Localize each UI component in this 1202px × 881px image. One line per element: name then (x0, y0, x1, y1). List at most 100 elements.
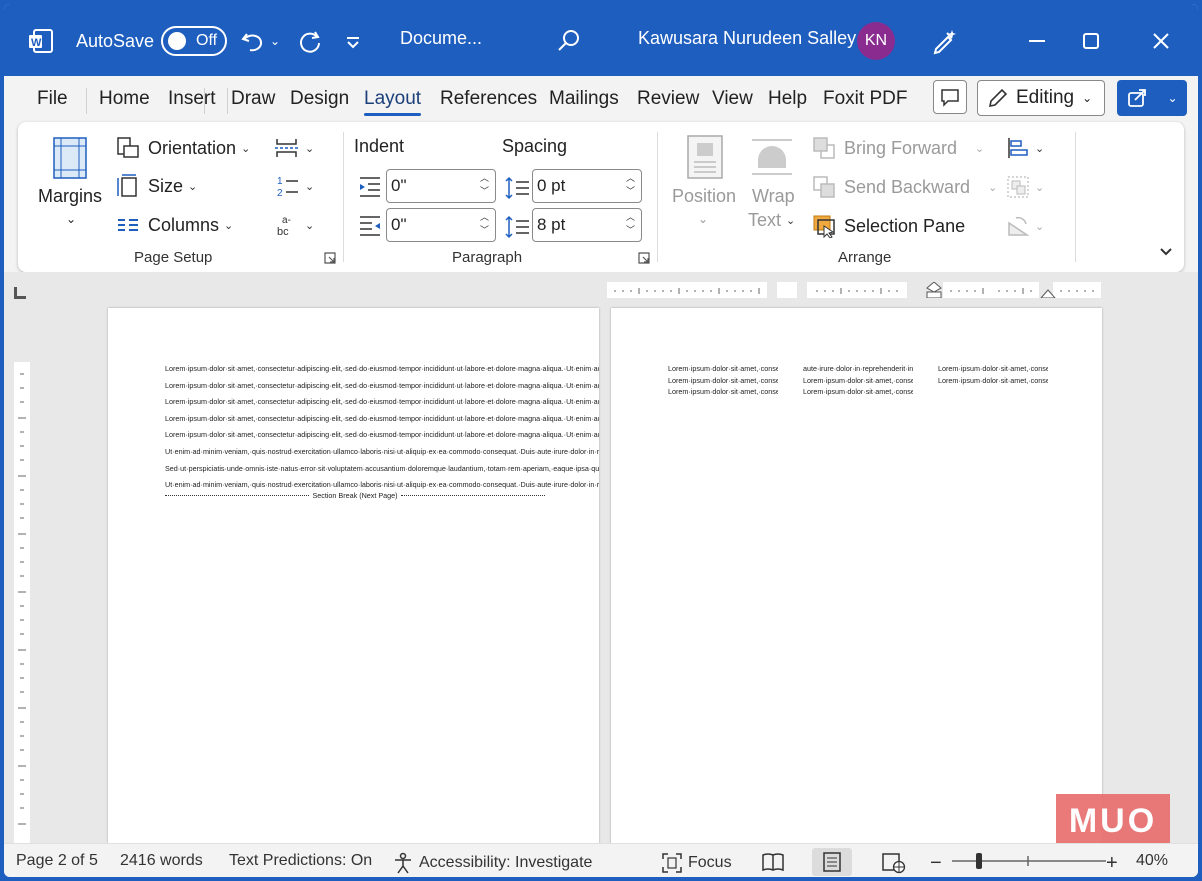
text-column-2[interactable]: aute·irure·dolor·in·reprehenderit·in·vol… (803, 363, 913, 848)
redo-button[interactable] (297, 24, 331, 58)
document-page-1[interactable]: Lorem·ipsum·dolor·sit·amet,·consectetur·… (108, 308, 599, 848)
paragraph[interactable]: Lorem·ipsum·dolor·sit·amet,·consectetur·… (165, 363, 599, 375)
chevron-down-icon: ⌄ (241, 142, 251, 155)
bring-forward-icon (813, 137, 835, 159)
tab-foxit-pdf[interactable]: Foxit PDF (823, 88, 907, 110)
horizontal-ruler[interactable] (607, 282, 1101, 298)
rotate-button[interactable]: ⌄ (1006, 214, 1044, 238)
close-button[interactable] (1144, 24, 1178, 58)
spinner-arrows-icon[interactable]: ︿ ﹀ (626, 172, 635, 198)
page-1-body[interactable]: Lorem·ipsum·dolor·sit·amet,·consectetur·… (165, 363, 599, 500)
web-layout-button[interactable] (882, 852, 906, 874)
paragraph-launcher-icon[interactable] (638, 252, 650, 264)
indent-left-field[interactable]: 0" ︿ ﹀ (386, 169, 496, 203)
zoom-slider[interactable] (952, 852, 1106, 870)
position-icon[interactable] (686, 134, 724, 180)
bring-forward-button[interactable]: Bring Forward ⌄ (812, 136, 984, 160)
selection-pane-button[interactable]: Selection Pane (812, 214, 965, 238)
print-layout-button[interactable] (812, 848, 852, 876)
chevron-down-icon[interactable]: ⌄ (1167, 91, 1177, 105)
text-predictions-status[interactable]: Text Predictions: On (229, 852, 372, 870)
read-mode-button[interactable] (762, 852, 784, 872)
paragraph[interactable]: Ut·enim·ad·minim·veniam,·quis·nostrud·ex… (165, 446, 599, 458)
paragraph[interactable]: Lorem·ipsum·dolor·sit·amet,·consectetur·… (165, 396, 599, 408)
tab-references[interactable]: References (440, 88, 537, 110)
undo-chevron-icon[interactable]: ⌄ (270, 34, 280, 48)
word-count[interactable]: 2416 words (120, 852, 203, 870)
comment-icon (941, 89, 959, 107)
paragraph[interactable]: Sed·ut·perspiciatis·unde·omnis·iste·natu… (165, 463, 599, 475)
paragraph[interactable]: Lorem·ipsum·dolor·sit·amet,·consectetur·… (165, 429, 599, 441)
zoom-in-button[interactable]: + (1106, 852, 1118, 875)
customize-quick-access-icon[interactable] (346, 30, 368, 56)
editing-mode-button[interactable]: Editing ⌄ (977, 80, 1105, 116)
group-objects-button[interactable]: ⌄ (1006, 175, 1044, 199)
spinner-arrows-icon[interactable]: ︿ ﹀ (480, 172, 489, 198)
zoom-out-button[interactable]: − (930, 852, 942, 875)
indent-right-field[interactable]: 0" ︿ ﹀ (386, 208, 496, 242)
page-setup-launcher-icon[interactable] (324, 252, 336, 264)
paragraph[interactable]: Lorem·ipsum·dolor·sit·amet,·consectetur·… (165, 380, 599, 392)
vertical-ruler[interactable] (14, 332, 30, 843)
wrap-text-label-1[interactable]: Wrap (752, 186, 795, 207)
tab-insert[interactable]: Insert (168, 88, 216, 110)
spacing-before-field[interactable]: 0 pt ︿ ﹀ (532, 169, 642, 203)
designer-pen-icon[interactable] (930, 24, 964, 58)
breaks-button[interactable]: ⌄ (274, 136, 314, 160)
paragraph[interactable]: Ut·enim·ad·minim·veniam,·quis·nostrud·ex… (165, 479, 599, 491)
section-break[interactable]: Section Break (Next Page) (165, 491, 545, 500)
spinner-arrows-icon[interactable]: ︿ ﹀ (480, 211, 489, 237)
focus-mode-button[interactable]: Focus (661, 852, 732, 874)
tab-view[interactable]: View (712, 88, 753, 110)
tab-review[interactable]: Review (637, 88, 699, 110)
document-page-2[interactable]: Lorem·ipsum·dolor·sit·amet,·consectetur·… (611, 308, 1102, 848)
paragraph[interactable]: Lorem·ipsum·dolor·sit·amet,·consectetur·… (165, 413, 599, 425)
document-title[interactable]: Docume... (400, 28, 482, 49)
line-numbers-button[interactable]: 12 ⌄ (276, 174, 314, 198)
tab-draw[interactable]: Draw (231, 88, 275, 110)
tab-stop-selector[interactable] (14, 287, 26, 299)
orientation-icon (117, 137, 139, 158)
tab-help[interactable]: Help (768, 88, 807, 110)
orientation-button[interactable]: Orientation ⌄ (116, 136, 250, 160)
svg-text:a-: a- (282, 215, 291, 226)
autosave-toggle[interactable]: Off (161, 26, 227, 56)
tab-home[interactable]: Home (99, 88, 150, 110)
hyphenation-button[interactable]: a-bc ⌄ (276, 213, 314, 237)
minimize-button[interactable] (1020, 24, 1054, 58)
align-button[interactable]: ⌄ (1006, 136, 1044, 160)
zoom-level[interactable]: 40% (1136, 852, 1168, 870)
search-icon[interactable] (556, 24, 586, 58)
text-column-1[interactable]: Lorem·ipsum·dolor·sit·amet,·consectetur·… (668, 363, 778, 848)
user-name[interactable]: Kawusara Nurudeen Salley (638, 28, 856, 49)
share-button[interactable]: ⌄ (1117, 80, 1187, 116)
position-button[interactable]: Position (672, 186, 736, 207)
chevron-down-icon[interactable]: ⌄ (66, 212, 76, 226)
accessibility-status[interactable]: Accessibility: Investigate (392, 852, 592, 874)
columns-button[interactable]: Columns ⌄ (116, 213, 233, 237)
page-count[interactable]: Page 2 of 5 (16, 852, 98, 870)
tab-file[interactable]: File (37, 88, 68, 110)
columns-icon (118, 219, 138, 231)
undo-button[interactable]: ⌄ (240, 24, 290, 58)
text-column-3[interactable]: Lorem·ipsum·dolor·sit·amet,·consectetur·… (938, 363, 1048, 773)
comments-button[interactable] (933, 80, 967, 114)
maximize-button[interactable] (1074, 24, 1108, 58)
tab-design[interactable]: Design (290, 88, 349, 110)
indent-label: Indent (354, 136, 405, 156)
wrap-text-label-2[interactable]: Text ⌄ (748, 210, 795, 231)
margins-icon[interactable] (52, 136, 92, 180)
collapse-ribbon-chevron-icon[interactable] (1158, 244, 1174, 260)
spacing-after-field[interactable]: 8 pt ︿ ﹀ (532, 208, 642, 242)
chevron-down-icon: ⌄ (1035, 142, 1045, 155)
tab-layout[interactable]: Layout (364, 88, 422, 116)
wrap-text-icon[interactable] (750, 134, 794, 180)
tab-mailings[interactable]: Mailings (549, 88, 619, 110)
chevron-down-icon: ⌄ (1035, 181, 1045, 194)
avatar[interactable]: KN (857, 22, 895, 60)
margins-button[interactable]: Margins (38, 186, 102, 207)
send-backward-button[interactable]: Send Backward ⌄ (812, 175, 997, 199)
spinner-arrows-icon[interactable]: ︿ ﹀ (626, 211, 635, 237)
size-button[interactable]: Size ⌄ (116, 174, 197, 198)
chevron-down-icon[interactable]: ⌄ (698, 212, 708, 226)
